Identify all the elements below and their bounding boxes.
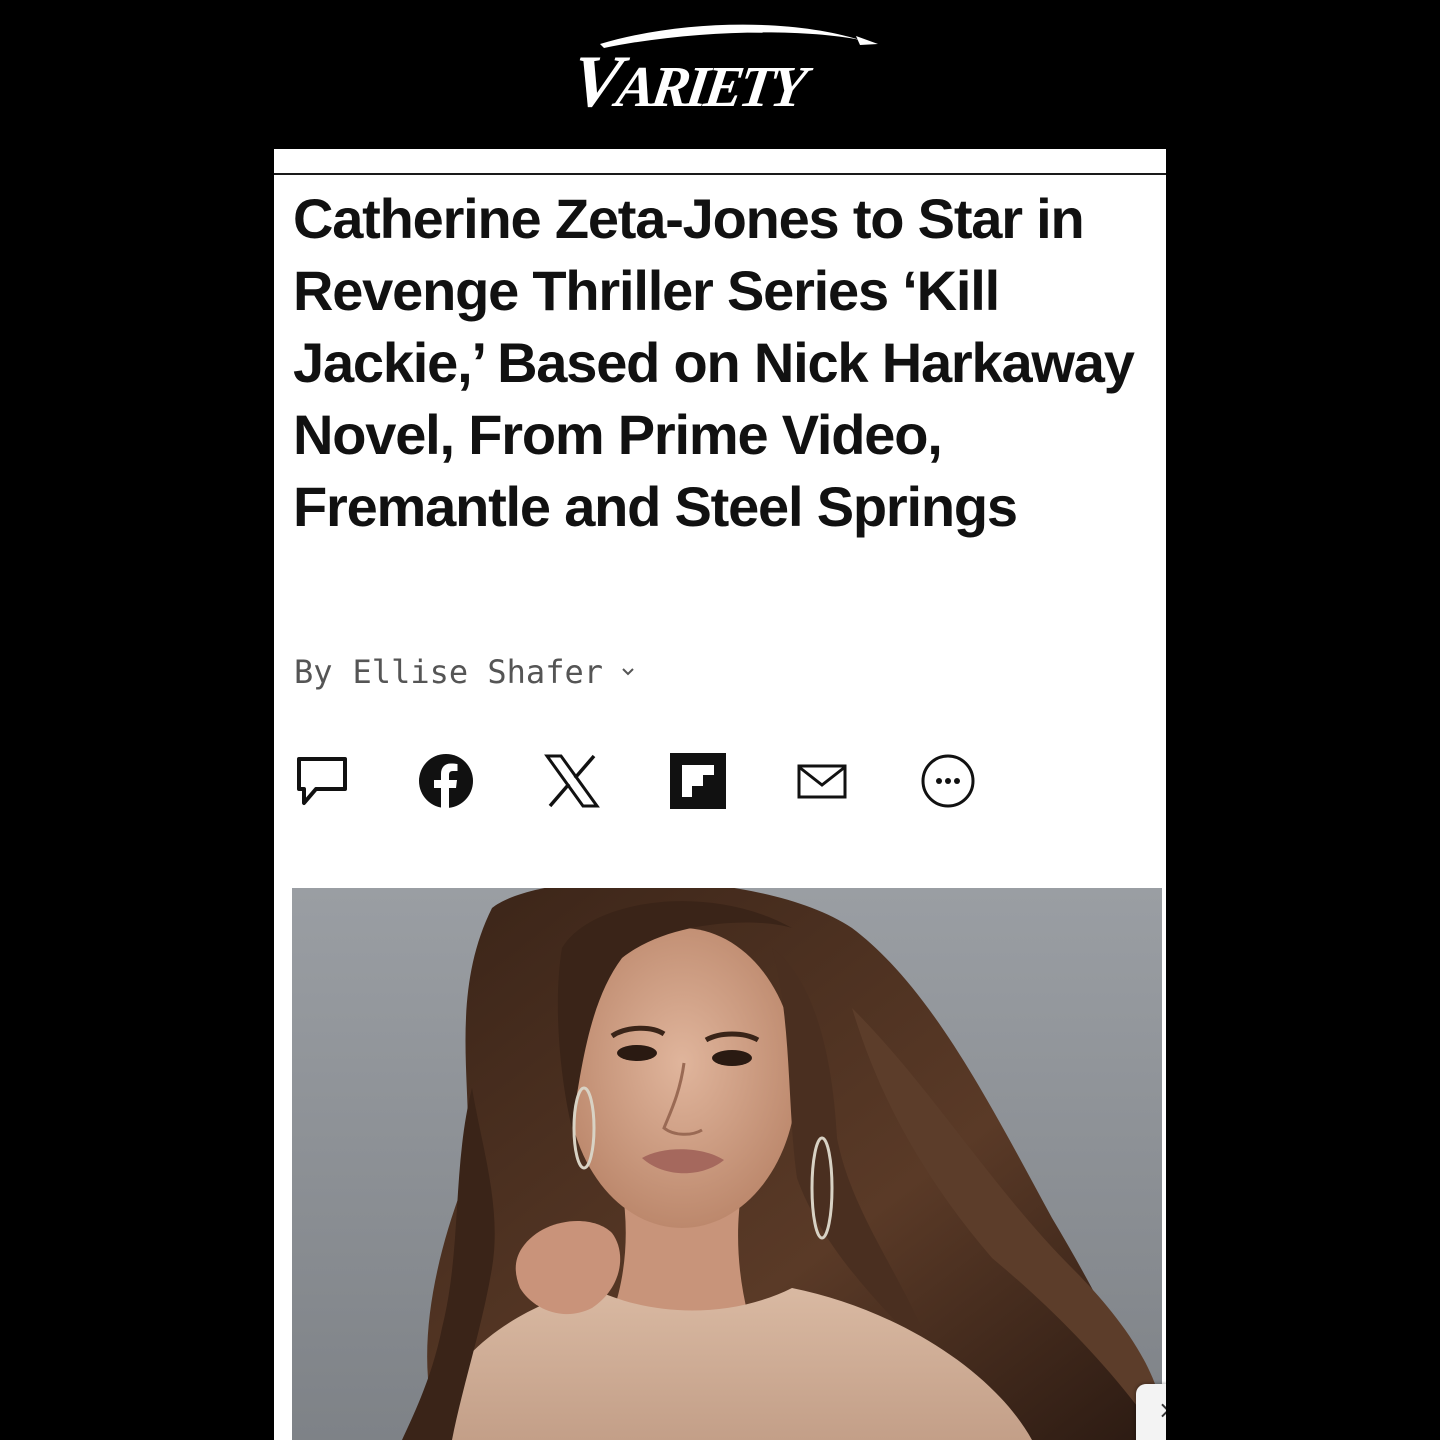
x-share-button[interactable] (542, 749, 602, 813)
card-top-strip (274, 149, 1166, 155)
svg-text:VARIETY: VARIETY (567, 41, 819, 118)
floating-widget-button[interactable]: × (1136, 1384, 1166, 1440)
x-icon (544, 754, 600, 808)
article-card: Catherine Zeta-Jones to Star in Revenge … (274, 149, 1166, 1440)
flipboard-share-button[interactable] (668, 749, 728, 813)
more-share-button[interactable] (918, 749, 978, 813)
author-name[interactable]: Ellise Shafer (353, 653, 603, 691)
more-icon (921, 754, 975, 808)
byline-prefix: By (294, 653, 333, 691)
byline[interactable]: By Ellise Shafer (294, 652, 635, 692)
header-divider (274, 173, 1166, 175)
chevron-down-icon[interactable] (621, 665, 635, 679)
flipboard-icon (670, 753, 726, 809)
facebook-icon (419, 754, 473, 809)
facebook-share-button[interactable] (416, 749, 476, 813)
email-share-button[interactable] (792, 749, 852, 813)
variety-logo-art: VARIETY (567, 24, 878, 118)
article-headline: Catherine Zeta-Jones to Star in Revenge … (293, 187, 1135, 538)
share-toolbar (292, 749, 992, 813)
portrait-illustration (292, 888, 1162, 1440)
close-icon[interactable]: × (1158, 1396, 1166, 1424)
variety-logo[interactable]: VARIETY (560, 14, 900, 118)
email-icon (797, 764, 847, 799)
comment-button[interactable] (292, 749, 352, 813)
hero-image (292, 888, 1162, 1440)
comment-icon (297, 757, 347, 805)
